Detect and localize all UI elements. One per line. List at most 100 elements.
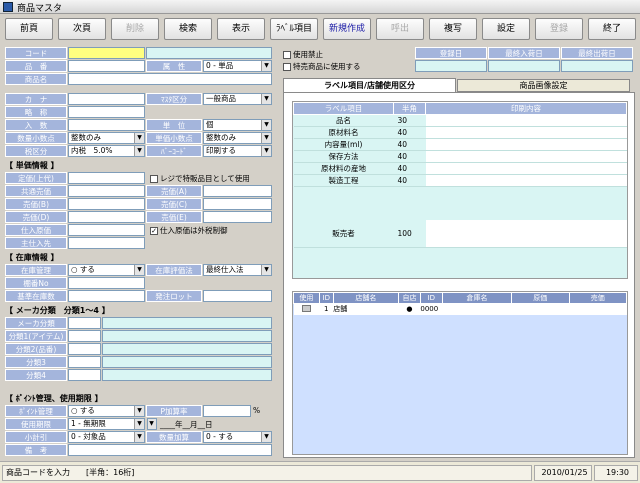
register-button[interactable]: 登録 — [535, 18, 583, 40]
teika-input[interactable] — [68, 172, 145, 184]
discount-select[interactable]: 0 - 対象品 ▼ — [68, 431, 145, 443]
tab-label-items[interactable]: ラベル項目/店舗使用区分 — [283, 78, 456, 92]
chevron-down-icon: ▼ — [261, 61, 271, 71]
status-date: 2010/01/25 — [534, 465, 592, 481]
checkbox-icon — [150, 175, 158, 183]
new-button[interactable]: 新規作成 — [323, 18, 371, 40]
class1-code[interactable] — [68, 330, 101, 342]
label-width: 40 — [393, 138, 426, 151]
stock-eval-select[interactable]: 最終仕入法 ▼ — [203, 264, 272, 276]
copy-button[interactable]: 複写 — [429, 18, 477, 40]
delete-button[interactable]: 削除 — [111, 18, 159, 40]
shiire-input[interactable] — [68, 224, 145, 236]
tax-select[interactable]: 内税 5.0% ▼ — [68, 145, 145, 157]
class1-label: 分類1(アイテム) — [5, 330, 67, 342]
qty-decimal-select[interactable]: 整数のみ ▼ — [68, 132, 145, 144]
unit-select[interactable]: 個 ▼ — [203, 119, 272, 131]
label-items-button[interactable]: ﾗﾍﾞﾙ項目 — [270, 18, 318, 40]
class3-label: 分類3 — [5, 356, 67, 368]
store-header: ID — [419, 292, 443, 304]
label-content[interactable] — [425, 174, 627, 187]
expiry-label: 使用期限 — [5, 418, 67, 430]
label-row[interactable]: 品名 30 — [293, 114, 627, 127]
point-rate-input[interactable] — [203, 405, 251, 417]
next-button[interactable]: 次頁 — [58, 18, 106, 40]
qty-add-label: 数量加算 — [146, 431, 202, 443]
price-c-input[interactable] — [203, 198, 272, 210]
price-e-input[interactable] — [203, 211, 272, 223]
code-input[interactable] — [68, 47, 145, 59]
store-row[interactable]: 1 店舗 ● 0000 — [293, 303, 627, 315]
hinban-input[interactable] — [68, 60, 145, 72]
expiry-select[interactable]: 1 - 無期限 ▼ — [68, 418, 145, 430]
label-row[interactable]: 原材料の産地 40 — [293, 162, 627, 175]
store-own: ● — [406, 305, 413, 314]
label-content[interactable] — [425, 126, 627, 139]
label-row[interactable]: 保存方法 40 — [293, 150, 627, 163]
label-row[interactable]: 原材料名 40 — [293, 126, 627, 139]
store-cost — [512, 304, 569, 315]
view-button[interactable]: 表示 — [217, 18, 265, 40]
expiry-date-dropdown[interactable]: ▼ — [147, 418, 157, 430]
stock-eval-label: 在庫評価法 — [146, 264, 202, 276]
label-row[interactable]: 販売者 100 — [293, 219, 627, 248]
register-exclude-checkbox[interactable]: レジで特販品目として使用 — [150, 173, 250, 184]
chevron-down-icon: ▼ — [134, 133, 144, 143]
recall-button[interactable]: 呼出 — [376, 18, 424, 40]
disable-checkbox[interactable]: 使用禁止 — [283, 49, 323, 60]
chevron-down-icon: ▼ — [261, 120, 271, 130]
label-content[interactable] — [425, 150, 627, 163]
expiry-date[interactable]: ____年__月__日 — [160, 419, 213, 430]
barcode-select[interactable]: 印刷する ▼ — [203, 145, 272, 157]
shelf-input[interactable] — [68, 277, 145, 289]
class3-code[interactable] — [68, 356, 101, 368]
stock-manage-select[interactable]: ○ する ▼ — [68, 264, 145, 276]
window-title: 商品マスタ — [17, 4, 63, 14]
settings-button[interactable]: 設定 — [482, 18, 530, 40]
price-b-input[interactable] — [68, 198, 145, 210]
base-stock-input[interactable] — [68, 290, 145, 302]
master-kind-select[interactable]: 一般商品 ▼ — [203, 93, 272, 105]
order-lot-input[interactable] — [203, 290, 272, 302]
price-section-title: 【 単価情報 】 — [5, 161, 59, 170]
label-item: 原材料名 — [293, 126, 394, 139]
label-row[interactable]: 製造工程 40 — [293, 174, 627, 187]
shiire-tax-checkbox[interactable]: ✓ 仕入原価は外税制御 — [150, 225, 228, 236]
price-d-input[interactable] — [68, 211, 145, 223]
stock-section-title: 【 在庫情報 】 — [5, 253, 59, 262]
irisu-input[interactable] — [68, 119, 145, 131]
price-a-input[interactable] — [203, 185, 272, 197]
common-price-input[interactable] — [68, 185, 145, 197]
chevron-down-icon: ▼ — [148, 419, 156, 429]
hinban-label: 品 番 — [5, 60, 67, 72]
code-extra-field[interactable] — [146, 47, 272, 59]
maker-class-code[interactable] — [68, 317, 101, 329]
label-content[interactable] — [425, 138, 627, 151]
store-use[interactable] — [294, 304, 320, 315]
point-manage-select[interactable]: ○ する ▼ — [68, 405, 145, 417]
warehouse-name — [442, 304, 511, 315]
label-content[interactable] — [425, 219, 627, 248]
main-supplier-input[interactable] — [68, 237, 145, 249]
tab-product-image[interactable]: 商品画像設定 — [457, 79, 630, 92]
remarks-input[interactable] — [68, 444, 272, 456]
class4-code[interactable] — [68, 369, 101, 381]
chevron-down-icon: ▼ — [134, 419, 144, 429]
kana-input[interactable] — [68, 93, 145, 105]
label-item: 原材料の産地 — [293, 162, 394, 175]
main-supplier-label: 主仕入先 — [5, 237, 67, 249]
label-content[interactable] — [425, 162, 627, 175]
exit-button[interactable]: 終了 — [588, 18, 636, 40]
class2-code[interactable] — [68, 343, 101, 355]
ryakusho-input[interactable] — [68, 106, 145, 118]
search-button[interactable]: 検索 — [164, 18, 212, 40]
special-checkbox[interactable]: 特売商品に使用する — [283, 61, 361, 72]
zokusei-select[interactable]: 0 - 単品 ▼ — [203, 60, 272, 72]
label-item: 内容量(ml) — [293, 138, 394, 151]
label-row[interactable]: 内容量(ml) 40 — [293, 138, 627, 151]
prev-button[interactable]: 前頁 — [5, 18, 53, 40]
label-content[interactable] — [425, 114, 627, 127]
name-input[interactable] — [68, 73, 272, 85]
price-decimal-select[interactable]: 整数のみ ▼ — [203, 132, 272, 144]
qty-add-select[interactable]: 0 - する ▼ — [203, 431, 272, 443]
